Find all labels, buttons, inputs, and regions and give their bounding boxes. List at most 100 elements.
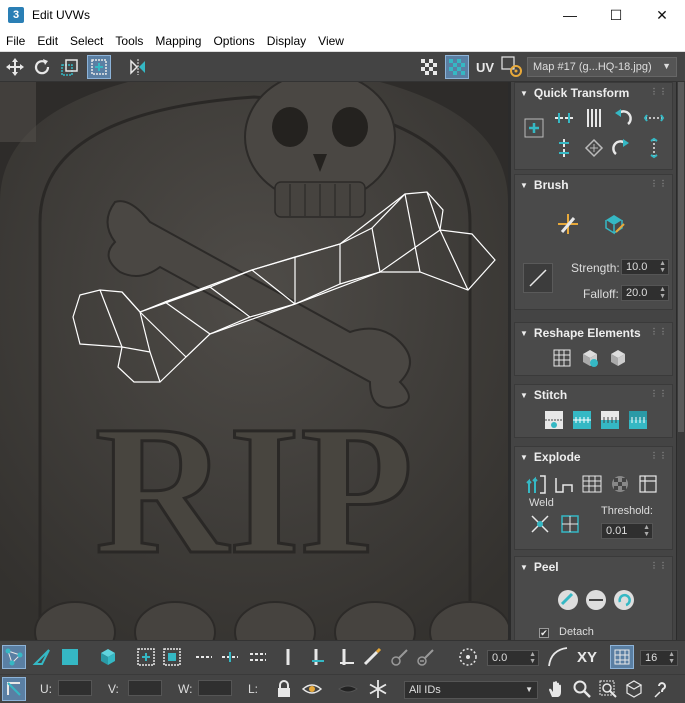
stitch-to-target-icon[interactable] [625,407,651,433]
stitch-average-icon[interactable] [597,407,623,433]
snap-count-spinner[interactable]: 16 ▲ ▼ [640,650,678,666]
stitch-custom-icon[interactable] [541,407,567,433]
rotate-ccw-icon[interactable] [609,105,635,131]
shrink-selection-icon[interactable] [160,645,184,669]
align-vertical-center-icon[interactable] [551,135,577,161]
align-vertical-icon[interactable] [581,105,607,131]
flatten-by-polygon-icon[interactable] [551,471,577,497]
peel-reset-icon[interactable] [611,587,637,613]
align-horizontal-icon[interactable] [551,105,577,131]
weld-target-icon[interactable] [557,511,583,537]
menu-view[interactable]: View [312,34,350,48]
snowflake-icon[interactable] [366,677,390,701]
quick-transform-header[interactable]: ▼ Quick Transform ⋮⋮ [515,83,672,103]
reshape-header[interactable]: ▼ Reshape Elements ⋮⋮ [515,323,672,343]
stitch-header[interactable]: ▼ Stitch ⋮⋮ [515,385,672,405]
paint-grow-icon[interactable] [388,645,412,669]
vertex-mode-icon[interactable] [2,645,26,669]
stitch-to-source-icon[interactable] [569,407,595,433]
settings-icon[interactable] [500,55,524,79]
face-mode-icon[interactable] [58,645,82,669]
rotate-cw-icon[interactable] [609,135,635,161]
peel-header[interactable]: ▼ Peel ⋮⋮ [515,557,672,577]
shrink-ring-icon[interactable] [334,645,358,669]
u-input[interactable] [58,680,92,696]
paint-select-icon[interactable] [360,645,384,669]
flatten-by-material-icon[interactable] [607,471,633,497]
freeze-selected-icon[interactable] [336,677,360,701]
spinner-arrows-icon[interactable]: ▲ ▼ [659,286,666,300]
element-mode-icon[interactable] [96,645,120,669]
spinner-arrows-icon[interactable]: ▲ ▼ [643,524,650,538]
minimize-button[interactable]: — [547,0,593,30]
spinner-arrows-icon[interactable]: ▲ ▼ [529,651,536,665]
pan-hand-icon[interactable] [544,677,568,701]
paint-shrink-icon[interactable] [414,645,438,669]
strength-spinner[interactable]: 10.0 ▲ ▼ [621,259,669,275]
close-button[interactable]: ✕ [639,0,685,30]
uv-editor-viewport[interactable]: RIP [0,82,508,640]
flatten-by-smoothing-icon[interactable] [579,471,605,497]
brush-falloff-icon[interactable] [523,263,553,293]
w-input[interactable] [198,680,232,696]
scale-icon[interactable] [58,55,82,79]
zoom-icon[interactable] [570,677,594,701]
curve-icon[interactable] [546,645,570,669]
transform-origin-icon[interactable] [2,677,26,701]
grow-loop-icon[interactable] [218,645,242,669]
hide-unselected-icon[interactable] [300,677,324,701]
uv-toggle[interactable]: UV [473,55,497,79]
paint-move-icon[interactable] [555,211,581,237]
grow-ring-icon[interactable] [306,645,330,669]
align-center-icon[interactable] [521,115,547,141]
rotate-icon[interactable] [30,55,54,79]
map-selector[interactable]: Map #17 (g...HQ-18.jpg) ▼ [527,57,677,77]
select-ring-icon[interactable] [276,645,300,669]
panel-scrollbar[interactable] [677,82,685,640]
grid-snap-icon[interactable] [610,645,634,669]
panel-scrollbar-thumb[interactable] [678,82,684,432]
maximize-button[interactable]: ☐ [593,0,639,30]
detach-checkbox[interactable]: ✔ [539,628,549,638]
freeform-icon[interactable] [87,55,111,79]
material-id-select[interactable]: All IDs ▼ [404,681,538,699]
brush-header[interactable]: ▼ Brush ⋮⋮ [515,175,672,195]
peel-quick-icon[interactable] [555,587,581,613]
checker-icon[interactable] [417,55,441,79]
menu-select[interactable]: Select [64,34,109,48]
relax-brush-icon[interactable] [601,211,627,237]
move-icon[interactable] [3,55,27,79]
menu-edit[interactable]: Edit [31,34,64,48]
menu-options[interactable]: Options [207,34,260,48]
absolute-rotate-icon[interactable] [456,645,480,669]
menu-display[interactable]: Display [261,34,312,48]
space-horizontal-icon[interactable] [641,105,667,131]
falloff-spinner[interactable]: 20.0 ▲ ▼ [621,285,669,301]
menu-file[interactable]: File [0,34,31,48]
mirror-icon[interactable] [126,55,150,79]
relax-icon[interactable] [577,345,603,371]
menu-tools[interactable]: Tools [109,34,149,48]
checker-map-icon[interactable] [445,55,469,79]
zoom-region-icon[interactable] [596,677,620,701]
space-vertical-icon[interactable] [641,135,667,161]
v-input[interactable] [128,680,162,696]
xy-toggle[interactable]: XY [572,645,602,669]
spinner-arrows-icon[interactable]: ▲ ▼ [659,260,666,274]
explode-header[interactable]: ▼ Explode ⋮⋮ [515,447,672,467]
break-icon[interactable] [523,471,549,497]
stitch-shape-icon[interactable] [605,345,631,371]
rotate-value-spinner[interactable]: 0.0 ▲ ▼ [487,650,539,666]
grow-selection-icon[interactable] [134,645,158,669]
loop-edges-icon[interactable] [192,645,216,669]
peel-mode-icon[interactable] [583,587,609,613]
edge-mode-icon[interactable] [30,645,54,669]
straighten-icon[interactable] [581,135,607,161]
spinner-arrows-icon[interactable]: ▲ ▼ [668,651,675,665]
flatten-custom-icon[interactable] [635,471,661,497]
threshold-spinner[interactable]: 0.01 ▲ ▼ [601,523,653,539]
zoom-extents-icon[interactable] [622,677,646,701]
weld-selected-icon[interactable] [527,511,553,537]
ring-edges-icon[interactable] [246,645,270,669]
lock-icon[interactable] [272,677,296,701]
